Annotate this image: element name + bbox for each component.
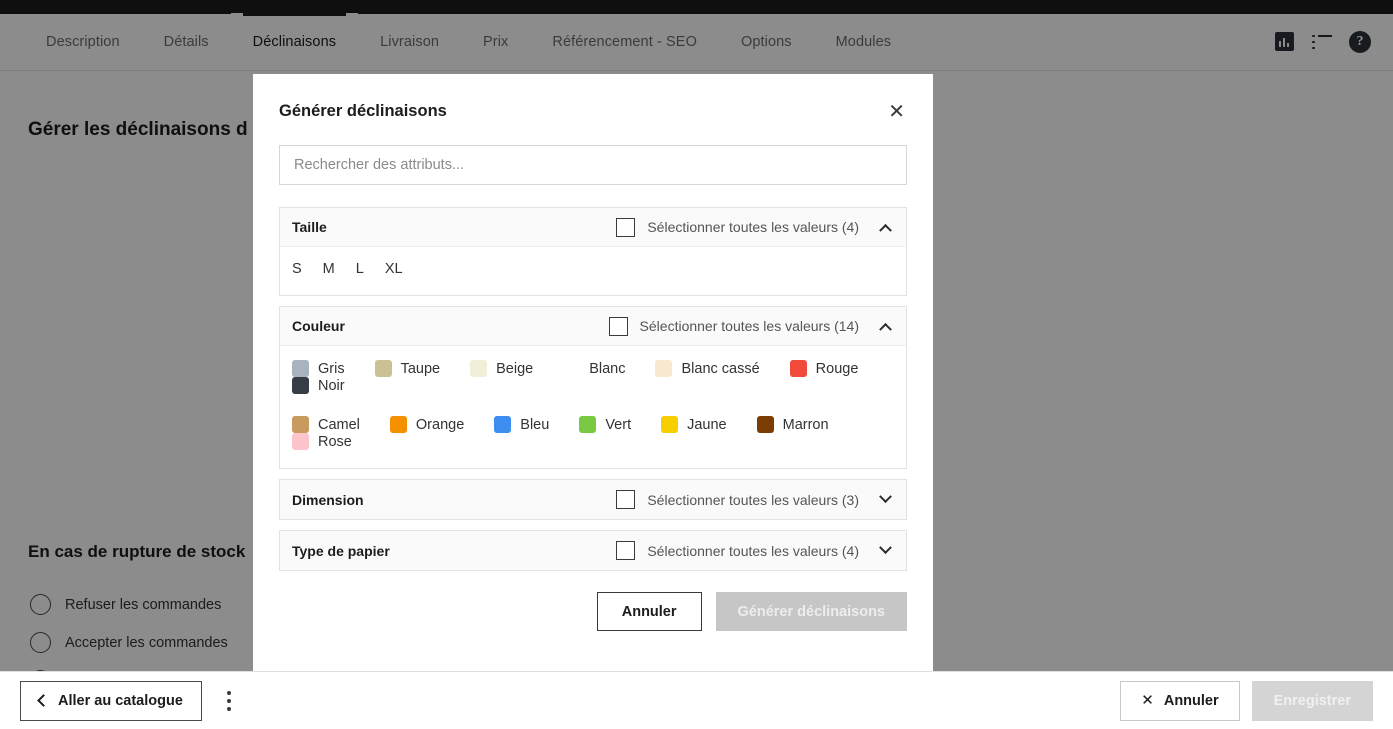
color-swatch-icon [374,360,392,377]
go-to-catalog-button[interactable]: Aller au catalogue [20,680,202,721]
generate-combinations-modal: Générer déclinaisons ✕ Taille Sélectionne… [253,74,933,671]
attribute-value[interactable]: L [356,261,364,277]
attribute-value[interactable]: Rose [292,433,352,450]
chevron-left-icon [37,694,50,707]
attribute-value[interactable]: Blanc cassé [655,360,760,377]
attribute-value[interactable]: Beige [470,360,533,377]
attribute-value-label: Bleu [520,416,550,433]
close-icon[interactable]: ✕ [886,102,907,122]
chevron-down-icon[interactable] [879,541,892,555]
attribute-value-label: Noir [318,377,345,394]
color-swatch-icon [494,416,512,433]
bottom-action-bar: Aller au catalogue ✕ Annuler Enregistrer [0,671,1393,729]
attribute-value[interactable]: Blanc [563,360,625,377]
color-swatch-icon [292,416,309,433]
attribute-value[interactable]: Taupe [374,360,441,377]
attribute-value-label: Jaune [687,416,727,433]
attribute-card: Dimension Sélectionner toutes les valeurs… [279,479,907,520]
value-row: S M L XL [292,261,894,277]
select-all-group: Sélectionner toutes les valeurs (3) [616,490,894,509]
chevron-down-icon[interactable] [879,490,892,504]
select-all-label: Sélectionner toutes les valeurs (4) [647,219,859,235]
attribute-value[interactable]: Gris [292,360,345,377]
attribute-value-label: Marron [782,416,829,433]
go-to-catalog-label: Aller au catalogue [58,692,183,709]
select-all-checkbox[interactable] [616,217,636,237]
color-row: Gris Taupe Beige Blanc Blanc cassé Rouge Noir [292,360,894,394]
attribute-value-label: Beige [496,360,534,377]
color-swatch-icon [563,360,581,377]
attribute-value[interactable]: Vert [579,416,631,433]
color-swatch-icon [756,416,774,433]
attribute-value-label: Rose [318,433,352,450]
attribute-values: S M L XL [280,247,906,295]
color-swatch-icon [292,433,309,450]
attribute-value[interactable]: Orange [389,416,465,433]
modal-footer: Annuler Générer déclinaisons [279,592,907,671]
attribute-value-label: Blanc cassé [681,360,760,377]
chevron-up-icon[interactable] [879,223,892,237]
select-all-group: Sélectionner toutes les valeurs (4) [616,217,894,237]
attribute-value[interactable]: XL [385,261,403,277]
attribute-value[interactable]: Bleu [494,416,549,433]
attribute-value-label: Taupe [400,360,441,377]
attribute-card: Couleur Sélectionner toutes les valeurs (… [279,306,907,469]
modal-title: Générer déclinaisons [279,102,447,120]
color-swatch-icon [470,360,488,377]
attribute-value[interactable]: S [292,261,302,277]
attribute-header[interactable]: Taille Sélectionner toutes les valeurs (4… [280,208,906,247]
attribute-header[interactable]: Dimension Sélectionner toutes les valeurs… [280,480,906,519]
select-all-label: Sélectionner toutes les valeurs (14) [639,318,859,334]
select-all-group: Sélectionner toutes les valeurs (14) [608,316,894,336]
attribute-name: Dimension [292,491,364,508]
more-options-icon[interactable] [216,684,242,718]
search-attributes-input[interactable] [279,145,907,185]
color-swatch-icon [292,377,309,394]
select-all-label: Sélectionner toutes les valeurs (4) [647,542,859,559]
color-row: Camel Orange Bleu Vert Jaune Marron Rose [292,416,894,450]
attribute-name: Taille [292,219,327,235]
color-swatch-icon [389,416,407,433]
attribute-value-label: Camel [318,416,360,433]
cancel-button[interactable]: ✕ Annuler [1120,680,1240,721]
product-edit-page: Description Détails Déclinaisons Livraison P… [0,0,1393,729]
attribute-value[interactable]: M [323,261,335,277]
close-icon: ✕ [1141,692,1154,709]
attribute-value[interactable]: Rouge [789,360,859,377]
color-swatch-icon [292,360,309,377]
color-swatch-icon [661,416,679,433]
attribute-value-label: Orange [415,416,465,433]
attribute-name: Type de papier [292,542,390,559]
attribute-value[interactable]: Camel [292,416,360,433]
attribute-value-label: Blanc [589,360,626,377]
select-all-checkbox[interactable] [616,490,636,509]
attribute-card: Type de papier Sélectionner toutes les va… [279,530,907,571]
attribute-value-label: Gris [318,360,345,377]
attribute-value[interactable]: Jaune [661,416,727,433]
attribute-header[interactable]: Couleur Sélectionner toutes les valeurs (… [280,307,906,346]
attribute-value[interactable]: Marron [756,416,829,433]
attribute-value-label: Rouge [815,360,859,377]
select-all-checkbox[interactable] [616,541,636,560]
bottom-right-buttons: ✕ Annuler Enregistrer [1120,680,1373,721]
cancel-label: Annuler [1163,692,1219,709]
save-button: Enregistrer [1251,680,1373,721]
chevron-up-icon[interactable] [879,322,892,336]
attribute-value-label: Vert [605,416,632,433]
attribute-name: Couleur [292,318,345,334]
attribute-header[interactable]: Type de papier Sélectionner toutes les va… [280,531,906,570]
modal-header: Générer déclinaisons ✕ [279,74,907,122]
color-swatch-icon [655,360,673,377]
attribute-list: Taille Sélectionner toutes les valeurs (4… [279,207,907,571]
attribute-values: Gris Taupe Beige Blanc Blanc cassé Rouge Noir C… [280,346,906,468]
attribute-card: Taille Sélectionner toutes les valeurs (4… [279,207,907,296]
select-all-group: Sélectionner toutes les valeurs (4) [616,541,894,560]
color-swatch-icon [789,360,807,377]
color-swatch-icon [579,416,597,433]
modal-generate-button: Générer déclinaisons [715,592,907,631]
select-all-checkbox[interactable] [608,316,628,336]
attribute-value[interactable]: Noir [292,377,345,394]
modal-cancel-button[interactable]: Annuler [596,592,702,631]
select-all-label: Sélectionner toutes les valeurs (3) [647,491,859,508]
